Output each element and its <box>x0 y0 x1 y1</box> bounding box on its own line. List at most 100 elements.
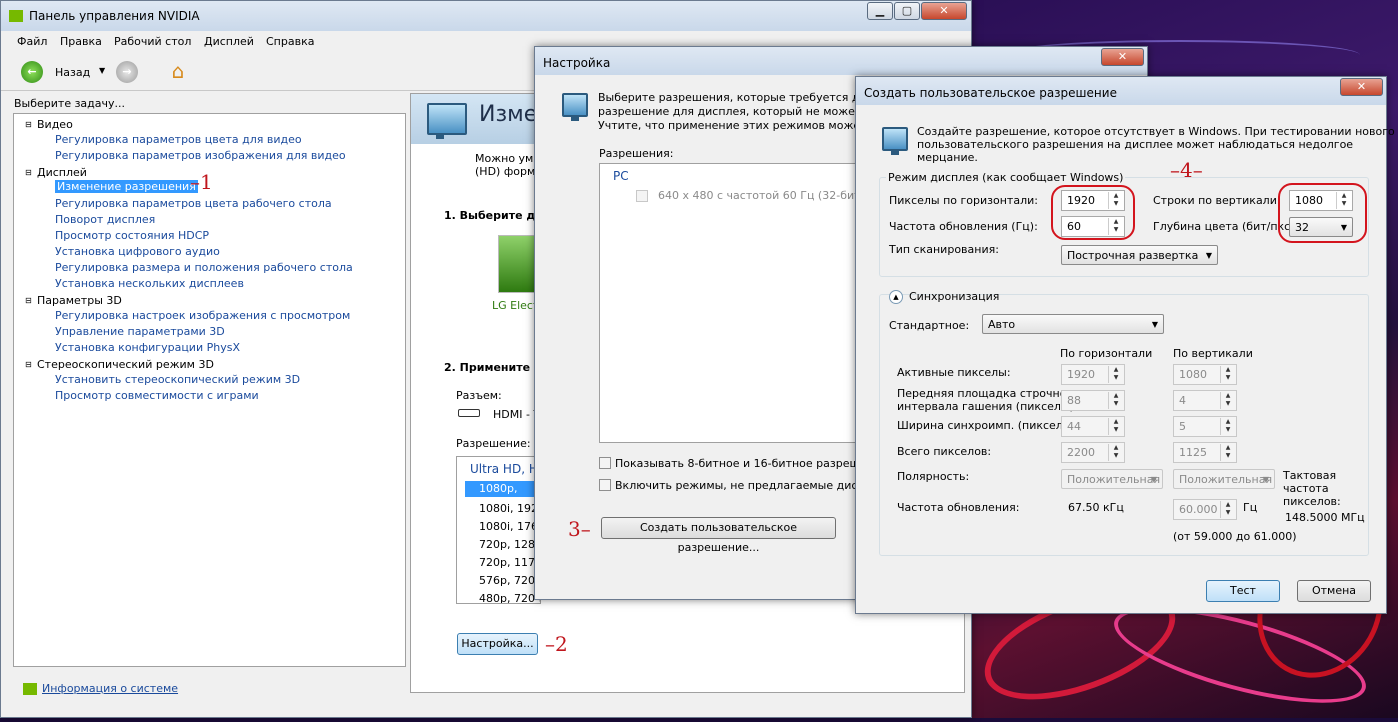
resolution-item-selected[interactable]: 1080p, 1920 <box>465 481 540 508</box>
tree-node-label: Видео <box>37 118 73 131</box>
tree-item-digital-audio[interactable]: Установка цифрового аудио <box>55 245 220 258</box>
tree-item-set-stereo[interactable]: Установить стереоскопический режим 3D <box>55 373 300 386</box>
sync-width-h-input: 44 ▲ ▼ <box>1061 416 1125 437</box>
tree-item-desktop-size[interactable]: Регулировка размера и положения рабочего… <box>55 261 353 274</box>
maximize-button[interactable]: ▢ <box>894 2 920 20</box>
resolution-list[interactable]: Ultra HD, HD 1080p, 1920 1080i, 1920 108… <box>456 456 541 604</box>
tree-node-label: Стереоскопический режим 3D <box>37 358 214 371</box>
tree-collapse-icon[interactable]: ⊟ <box>25 296 32 305</box>
tree-item-rotate-display[interactable]: Поворот дисплея <box>55 213 155 226</box>
front-porch-label: Передняя площадка строчного <box>897 387 1079 400</box>
dropdown-arrow-icon: ▼ <box>1262 475 1269 484</box>
menu-desktop[interactable]: Рабочий стол <box>114 35 191 48</box>
tree-item-hdcp[interactable]: Просмотр состояния HDCP <box>55 229 209 242</box>
total-pixels-label: Всего пикселов: <box>897 445 992 458</box>
minimize-button[interactable]: ▁ <box>867 2 893 20</box>
polarity-h-value: Положительная <box>1067 473 1161 486</box>
resolution-checkbox-label: 640 x 480 с частотой 60 Гц (32-битное) <box>658 189 886 202</box>
resolution-item[interactable]: 480p, 720 > <box>479 592 540 603</box>
custom-info-2: пользовательского разрешения на дисплее … <box>917 138 1354 151</box>
tree-item-physx[interactable]: Установка конфигурации PhysX <box>55 341 240 354</box>
forward-arrow-icon[interactable]: → <box>116 61 138 83</box>
settings-dialog-close-button[interactable]: ✕ <box>1101 48 1144 66</box>
standard-label: Стандартное: <box>889 319 970 332</box>
standard-value: Авто <box>988 318 1016 331</box>
tree-item-desktop-color[interactable]: Регулировка параметров цвета рабочего ст… <box>55 197 332 210</box>
close-button[interactable]: ✕ <box>921 2 967 20</box>
spin-arrows-icon: ▲ ▼ <box>1108 366 1123 383</box>
settings-button[interactable]: Настройка... <box>457 633 538 655</box>
tree-collapse-icon[interactable]: ⊟ <box>25 168 32 177</box>
spin-arrows-icon: ▲ ▼ <box>1108 392 1123 409</box>
menu-file[interactable]: Файл <box>17 35 47 48</box>
step2-heading: 2. Примените сл <box>444 361 549 374</box>
field-value: 44 <box>1067 420 1081 433</box>
tree-collapse-icon[interactable]: ⊟ <box>25 360 32 369</box>
connector-label: Разъем: <box>456 389 502 402</box>
standard-select[interactable]: Авто ▼ <box>982 314 1164 334</box>
display-mode-group-label: Режим дисплея (как сообщает Windows) <box>886 171 1126 184</box>
home-icon[interactable]: ⌂ <box>166 59 190 83</box>
content-heading: Изме <box>479 102 538 127</box>
total-pixels-h-input: 2200 ▲ ▼ <box>1061 442 1125 463</box>
tree-item-video-image[interactable]: Регулировка параметров изображения для в… <box>55 149 346 162</box>
resolution-checkbox[interactable] <box>636 190 648 202</box>
tree-node-label: Дисплей <box>37 166 87 179</box>
spin-arrows-icon: ▲ ▼ <box>1220 501 1235 518</box>
scan-type-select[interactable]: Построчная развертка ▼ <box>1061 245 1218 265</box>
menu-display[interactable]: Дисплей <box>204 35 254 48</box>
create-custom-resolution-button[interactable]: Создать пользовательское разрешение... <box>601 517 836 554</box>
resolution-item[interactable]: 1080i, 1768 <box>479 520 540 533</box>
task-label: Выберите задачу... <box>14 97 126 110</box>
dropdown-arrow-icon: ▼ <box>1150 475 1157 484</box>
resolution-item[interactable]: 720p, 1176 <box>479 556 540 569</box>
settings-info-2: разрешение для дисплея, который не может… <box>598 105 886 118</box>
resolution-item[interactable]: 720p, 1280 <box>479 538 540 551</box>
menu-help[interactable]: Справка <box>266 35 314 48</box>
system-info-link[interactable]: Информация о системе <box>42 682 178 695</box>
spin-arrows-icon: ▲ ▼ <box>1220 418 1235 435</box>
resolution-item[interactable]: 576p, 720 > <box>479 574 540 587</box>
hdmi-icon <box>458 409 480 417</box>
custom-dialog-titlebar: Создать пользовательское разрешение ✕ <box>856 77 1386 105</box>
resolutions-listbox[interactable]: PC 640 x 480 с частотой 60 Гц (32-битное… <box>599 163 886 443</box>
front-porch-h-input: 88 ▲ ▼ <box>1061 390 1125 411</box>
dropdown-arrow-icon: ▼ <box>1205 251 1212 260</box>
monitor-thumbnail-icon[interactable] <box>498 235 538 293</box>
color-depth-label: Глубина цвета (бит/пкс): <box>1153 220 1299 233</box>
custom-info-icon <box>882 127 908 155</box>
sync-collapse-icon[interactable]: ▲ <box>889 290 903 304</box>
cancel-button[interactable]: Отмена <box>1297 580 1371 602</box>
tree-collapse-icon[interactable]: ⊟ <box>25 120 32 129</box>
field-value: 5 <box>1179 420 1186 433</box>
tree-item-change-resolution[interactable]: Изменение разрешения <box>55 180 198 193</box>
tree-item-image-preview[interactable]: Регулировка настроек изображения с просм… <box>55 309 350 322</box>
back-history-dropdown-icon[interactable]: ▼ <box>99 66 105 75</box>
scan-type-label: Тип сканирования: <box>889 243 999 256</box>
v-lines-label: Строки по вертикали: <box>1153 194 1281 207</box>
settings-info-3: Учтите, что применение этих режимов може… <box>598 119 892 132</box>
settings-dialog-titlebar: Настройка ✕ <box>535 47 1147 75</box>
dropdown-arrow-icon: ▼ <box>1151 320 1158 329</box>
polarity-h-select: Положительная ▼ <box>1061 469 1163 489</box>
show-low-bit-checkbox[interactable] <box>599 457 611 469</box>
test-button[interactable]: Тест <box>1206 580 1280 602</box>
active-pixels-h-input: 1920 ▲ ▼ <box>1061 364 1125 385</box>
nvidia-app-icon <box>9 10 23 22</box>
custom-dialog-close-button[interactable]: ✕ <box>1340 78 1383 96</box>
active-pixels-v-input: 1080 ▲ ▼ <box>1173 364 1237 385</box>
back-arrow-icon[interactable]: ← <box>21 61 43 83</box>
menu-edit[interactable]: Правка <box>60 35 102 48</box>
tree-item-manage-3d[interactable]: Управление параметрами 3D <box>55 325 225 338</box>
tree-item-game-compat[interactable]: Просмотр совместимости с играми <box>55 389 259 402</box>
annotation-4: –4– <box>1170 158 1203 182</box>
resolution-item[interactable]: 1080i, 1920 <box>479 502 540 515</box>
annotation-oval-left <box>1051 185 1135 240</box>
tree-item-multi-display[interactable]: Установка нескольких дисплеев <box>55 277 244 290</box>
enable-unlisted-checkbox[interactable] <box>599 479 611 491</box>
total-pixels-v-input: 1125 ▲ ▼ <box>1173 442 1237 463</box>
settings-info-1: Выберите разрешения, которые требуется д… <box>598 91 887 104</box>
col-horizontal-header: По горизонтали <box>1060 347 1153 360</box>
tree-item-video-color[interactable]: Регулировка параметров цвета для видео <box>55 133 302 146</box>
back-button-label[interactable]: Назад <box>55 66 90 79</box>
